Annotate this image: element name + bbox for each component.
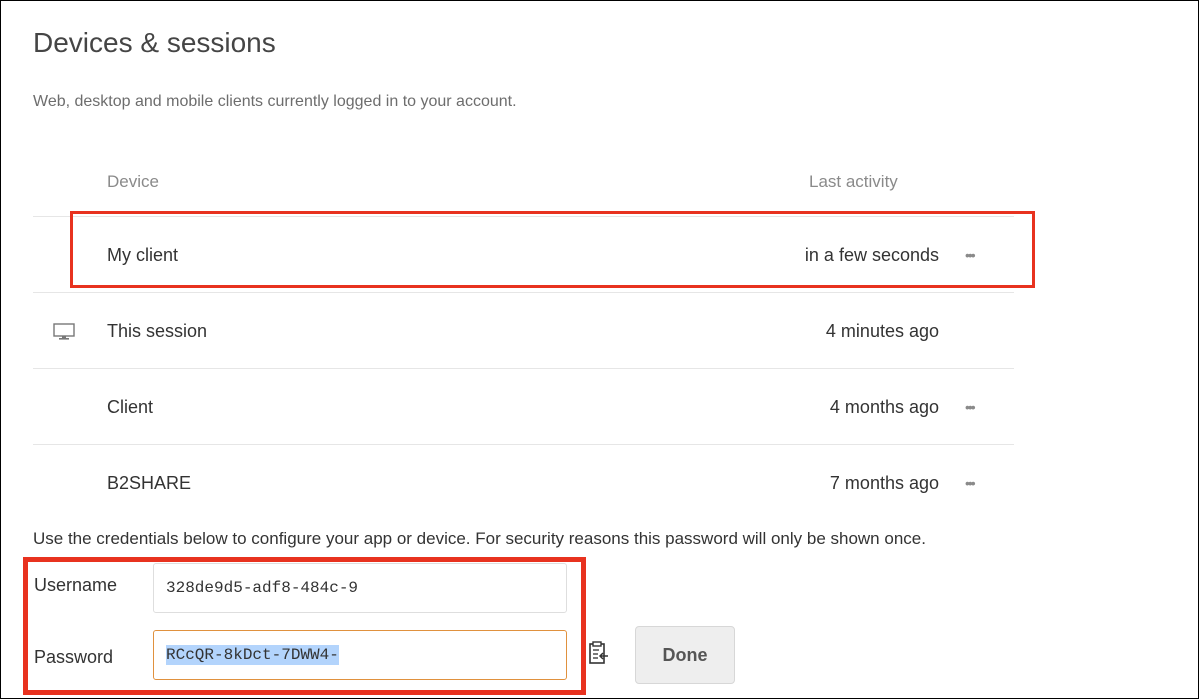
password-label: Password — [34, 647, 114, 667]
devices-sessions-panel: Devices & sessions Web, desktop and mobi… — [0, 0, 1199, 699]
device-name: This session — [107, 321, 208, 341]
table-row[interactable]: This session 4 minutes ago — [33, 292, 1014, 369]
column-header-last-activity: Last activity — [809, 172, 898, 191]
last-activity: 7 months ago — [829, 473, 939, 493]
more-options-icon[interactable]: ••• — [965, 217, 976, 293]
done-button[interactable]: Done — [635, 626, 735, 684]
table-row[interactable]: Client 4 months ago ••• — [33, 368, 1014, 445]
table-row[interactable]: My client in a few seconds ••• — [33, 216, 1014, 293]
device-name: My client — [107, 245, 179, 265]
more-options-icon[interactable]: ••• — [965, 445, 976, 521]
more-options-icon[interactable]: ••• — [965, 369, 976, 445]
column-header-device: Device — [107, 172, 159, 191]
table-row[interactable]: B2SHARE 7 months ago ••• — [33, 444, 1014, 521]
credentials-info-text: Use the credentials below to configure y… — [33, 529, 926, 548]
last-activity: 4 months ago — [829, 397, 939, 417]
password-value: RCcQR-8kDct-7DWW4- — [166, 645, 339, 665]
page-title: Devices & sessions — [33, 27, 276, 58]
username-field[interactable] — [153, 563, 567, 613]
username-label: Username — [34, 575, 118, 595]
copy-to-clipboard-icon[interactable] — [588, 640, 610, 666]
monitor-icon — [53, 323, 75, 340]
password-field[interactable]: RCcQR-8kDct-7DWW4- — [153, 630, 567, 680]
device-name: Client — [107, 397, 154, 417]
last-activity: in a few seconds — [804, 245, 939, 265]
page-subtitle: Web, desktop and mobile clients currentl… — [33, 93, 517, 110]
last-activity: 4 minutes ago — [825, 321, 939, 341]
device-name: B2SHARE — [107, 473, 192, 493]
